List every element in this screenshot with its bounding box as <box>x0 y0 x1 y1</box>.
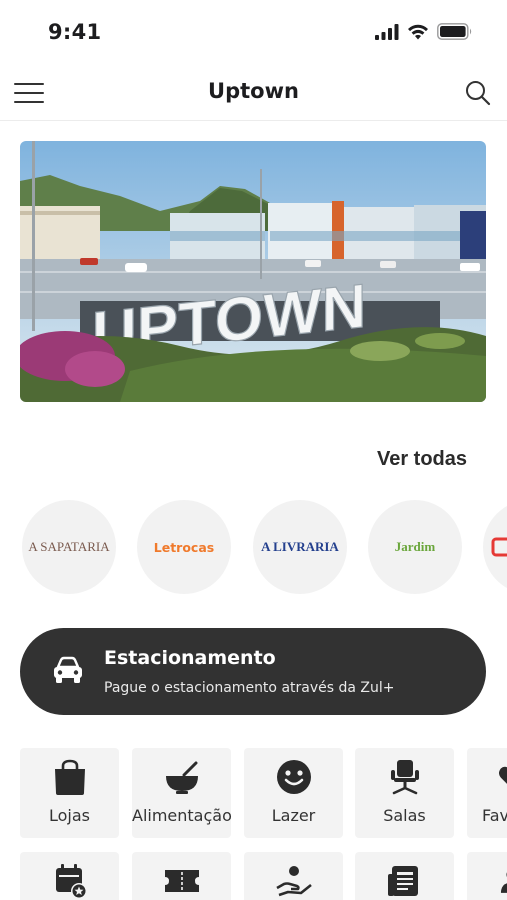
wifi-icon <box>408 24 428 39</box>
brand-logo-text: A LIVRARIA <box>261 539 339 554</box>
category-label: Lojas <box>48 806 90 825</box>
calendar-star-icon <box>55 864 87 899</box>
category-favoritos[interactable]: Fav <box>467 748 507 838</box>
food-bowl-icon <box>165 761 198 794</box>
category-lazer[interactable]: Lazer <box>244 748 343 838</box>
category-eventos[interactable] <box>20 852 119 900</box>
brand-a-sapataria[interactable]: A SAPATARIA <box>22 500 116 594</box>
office-chair-icon <box>390 760 419 795</box>
parking-subtitle: Pague o estacionamento através da Zul+ <box>104 680 395 696</box>
hero-banner-image[interactable]: UPTOWN <box>20 141 486 402</box>
search-icon[interactable] <box>463 78 493 108</box>
category-ingressos[interactable] <box>132 852 231 900</box>
battery-icon <box>437 23 472 40</box>
see-all-stores-link[interactable]: Ver todas <box>377 448 467 471</box>
brand-letrocas[interactable]: Letrocas <box>137 500 231 594</box>
smiley-icon <box>276 760 311 794</box>
brand-logo-text: Jardim <box>394 539 436 554</box>
parking-title: Estacionamento <box>104 647 276 669</box>
category-perfil[interactable] <box>467 852 507 900</box>
category-salas[interactable]: Salas <box>355 748 454 838</box>
brand-jardim[interactable]: Jardim <box>368 500 462 594</box>
ticket-icon <box>164 870 199 892</box>
page-title: Uptown <box>208 79 299 103</box>
parking-banner-button[interactable]: Estacionamento Pague o estacionamento at… <box>20 628 486 715</box>
person-icon <box>500 872 507 893</box>
status-time: 9:41 <box>48 20 102 44</box>
category-servicos[interactable] <box>244 852 343 900</box>
car-icon <box>54 656 82 683</box>
heart-icon <box>498 766 507 784</box>
category-lojas[interactable]: Lojas <box>20 748 119 838</box>
brand-logo-text: Letrocas <box>153 539 215 555</box>
newspaper-icon <box>387 866 418 896</box>
category-label: Lazer <box>271 806 316 825</box>
nav-bar: Uptown <box>0 66 507 121</box>
brand-a-livraria[interactable]: A LIVRARIA <box>253 500 347 594</box>
status-icons <box>375 23 473 40</box>
status-bar: 9:41 <box>0 0 507 66</box>
category-label: Salas <box>383 806 426 825</box>
brand-logo-text: A SAPATARIA <box>28 539 110 554</box>
signal-icon <box>375 23 399 40</box>
category-label: Alimentação <box>132 806 232 825</box>
brand-partial[interactable] <box>483 500 507 594</box>
category-grid: Lojas Alimentação Lazer Salas Fav <box>0 748 507 900</box>
category-label: Fav <box>482 806 507 825</box>
category-alimentacao[interactable]: Alimentação <box>132 748 232 838</box>
shopping-bag-icon <box>54 759 85 795</box>
hand-service-icon <box>275 866 312 897</box>
category-noticias[interactable] <box>355 852 454 900</box>
brands-carousel[interactable]: A SAPATARIA Letrocas A LIVRARIA Jardim <box>0 500 507 594</box>
brand-logo-icon <box>491 537 507 557</box>
